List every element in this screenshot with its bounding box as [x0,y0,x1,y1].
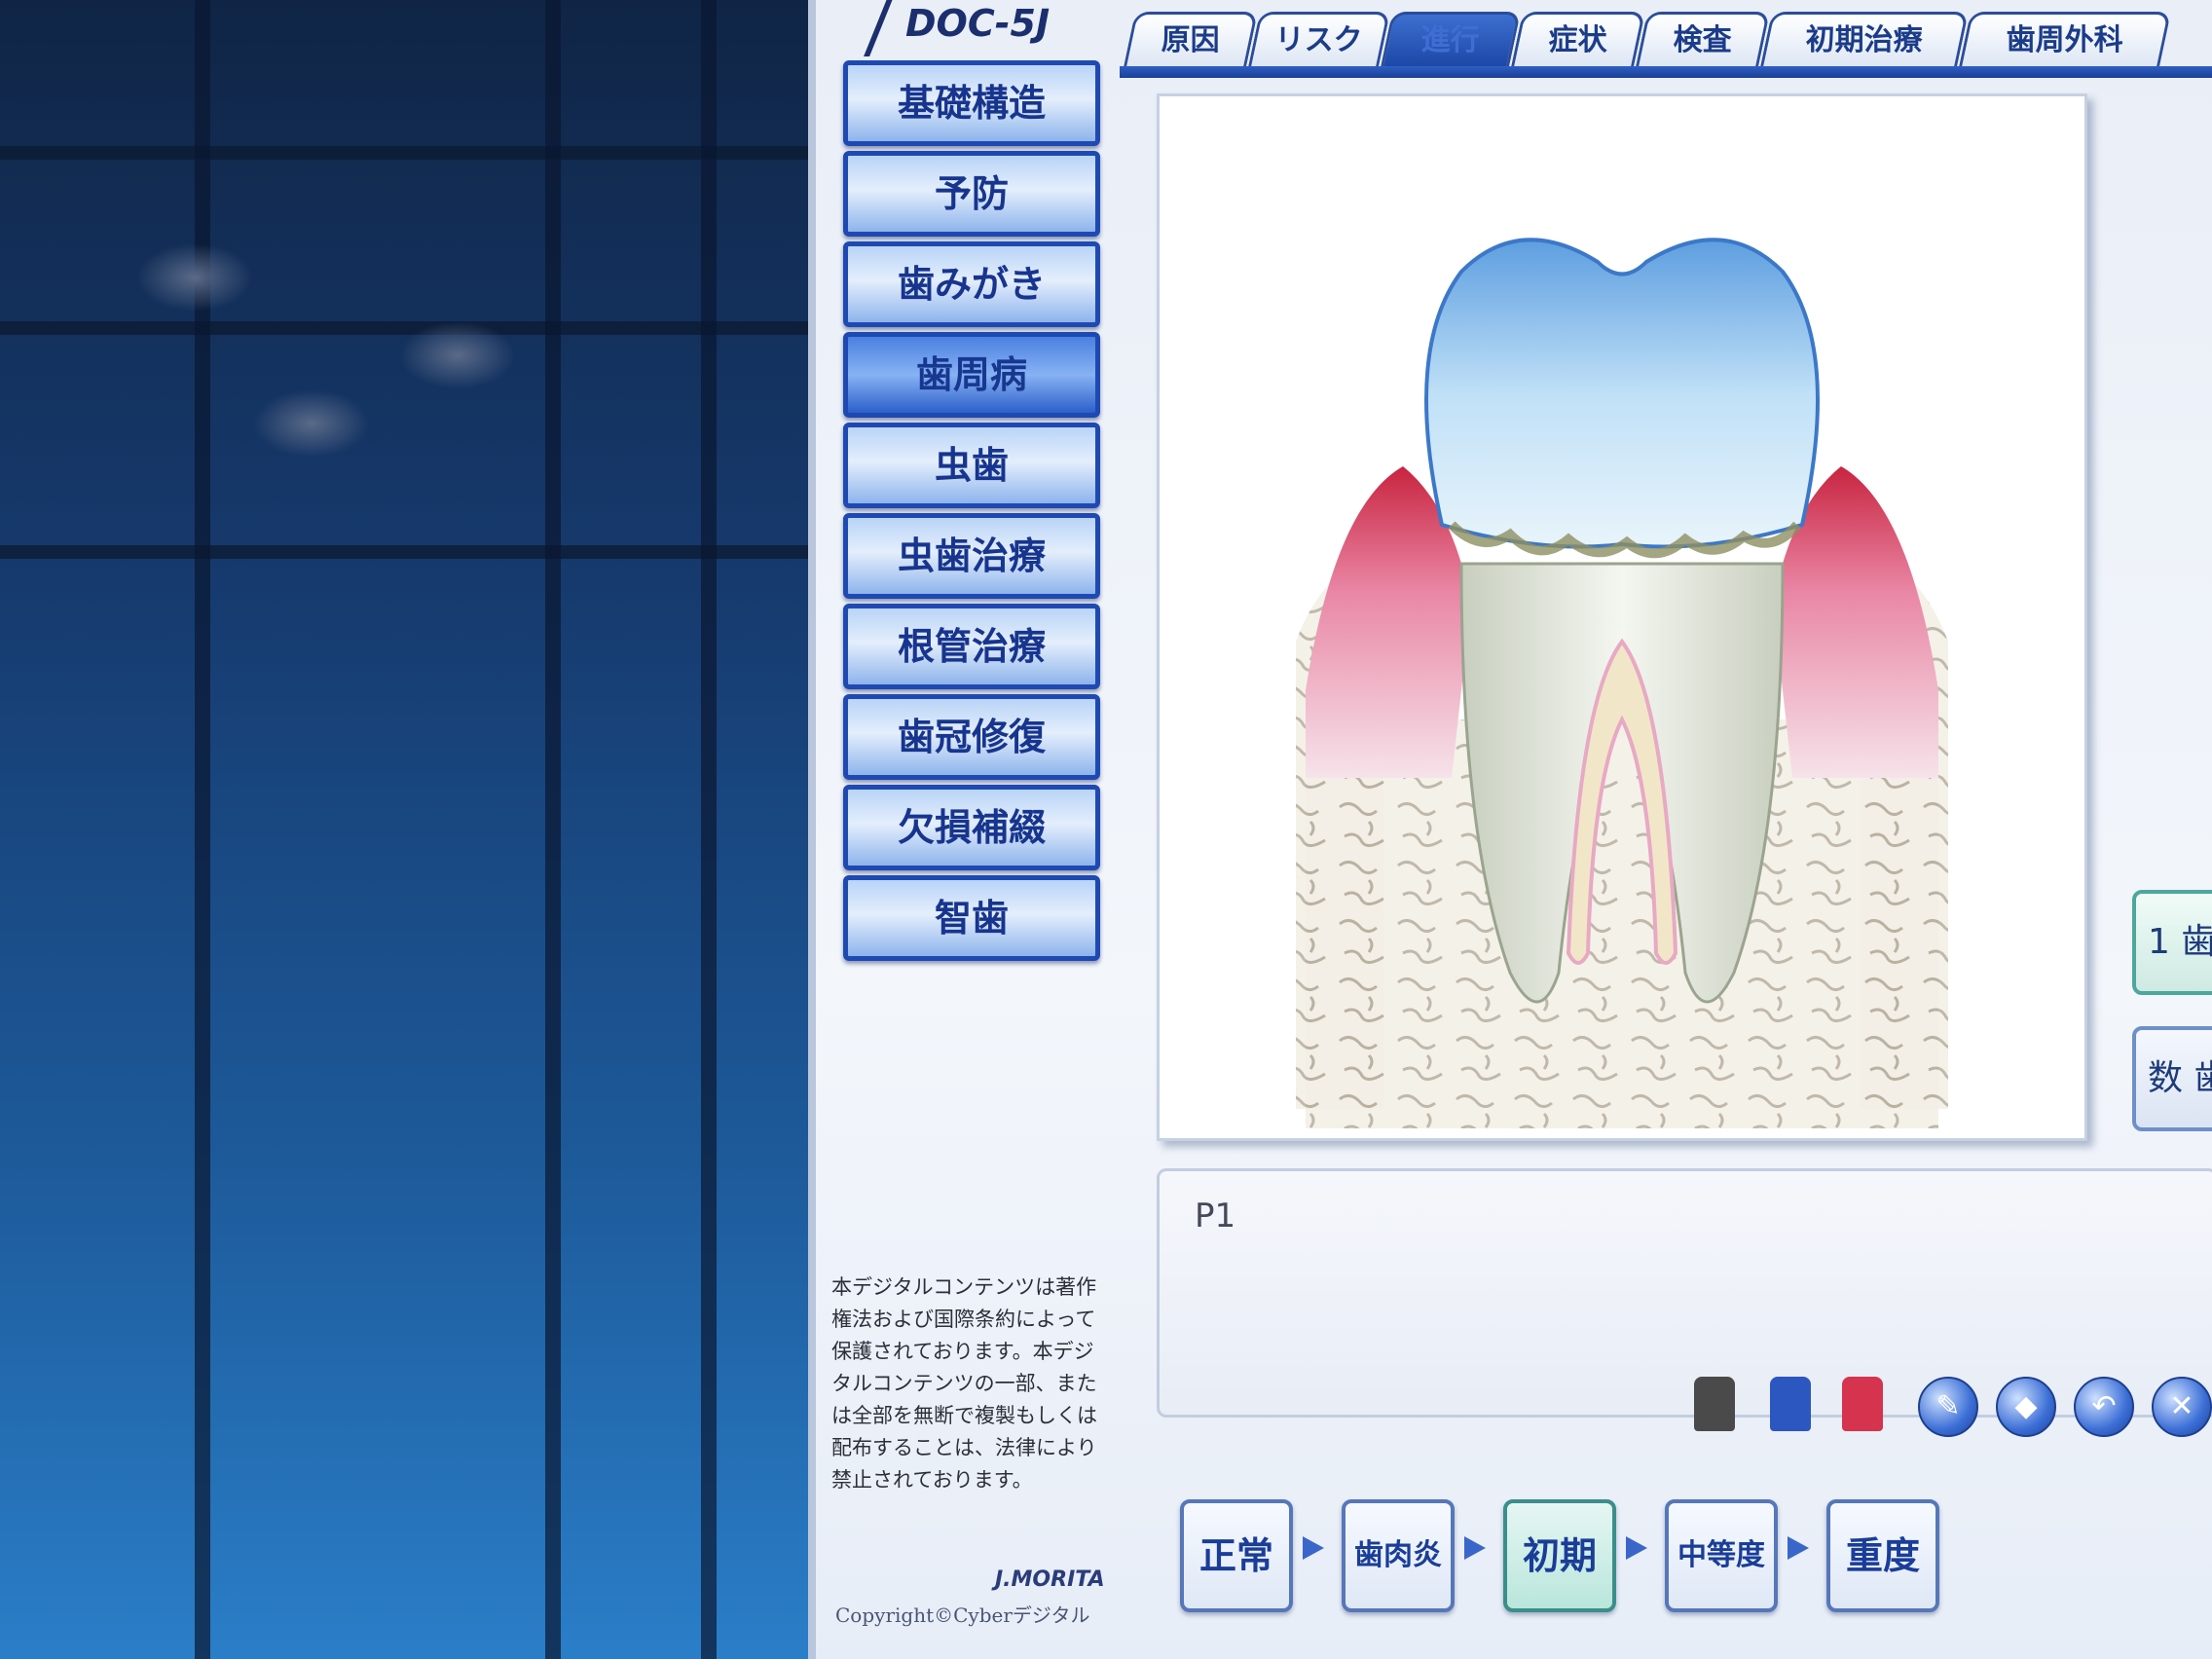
copyright-notice: 本デジタルコンテンツは著作権法および国際条約によって保護されております。本デジタ… [831,1275,1097,1492]
ink-bottle-red-icon[interactable] [1842,1377,1883,1431]
menu-root-canal[interactable]: 根管治療 [843,604,1100,689]
ink-bottle-blue-icon[interactable] [1770,1377,1811,1431]
tab-risk[interactable]: リスク [1247,12,1391,67]
tooth-illustration [1296,238,1948,1128]
menu-brushing[interactable]: 歯みがき [843,241,1100,327]
tab-bar-underline [1120,66,2212,78]
stage-moderate-button[interactable]: 中等度 [1665,1499,1778,1612]
arrow-right-icon [1788,1536,1809,1560]
stage-severe-button[interactable]: 重度 [1826,1499,1939,1612]
menu-prosthesis[interactable]: 欠損補綴 [843,785,1100,870]
stage-gingivitis-button[interactable]: 歯肉炎 [1342,1499,1455,1612]
dental-app-window: DOC-5J 原因 リスク 進行 症状 検査 初期治療 歯周外科 基礎構造 予防… [808,0,2212,1659]
tab-cause[interactable]: 原因 [1123,12,1259,67]
undo-icon[interactable]: ↶ [2074,1377,2134,1437]
stage-selector: 正常 歯肉炎 初期 中等度 重度 [1157,1480,2212,1616]
window-frame [808,0,816,1659]
stage-normal-button[interactable]: 正常 [1180,1499,1293,1612]
arrow-right-icon [1626,1536,1647,1560]
arrow-right-icon [1464,1536,1486,1560]
arrow-right-icon [1303,1536,1324,1560]
app-logo: DOC-5J [828,0,1120,56]
menu-wisdom-tooth[interactable]: 智歯 [843,875,1100,961]
top-tabs: 原因 リスク 進行 症状 検査 初期治療 歯周外科 [1123,12,2212,70]
stage-code-label: P1 [1195,1197,1236,1235]
menu-cavity-treatment[interactable]: 虫歯治療 [843,513,1100,599]
brand-logo-text: J.MORITA [995,1567,1105,1592]
tab-progression[interactable]: 進行 [1380,12,1522,67]
app-logo-text: DOC-5J [905,2,1051,45]
tab-examination[interactable]: 検査 [1635,12,1771,67]
eraser-icon[interactable]: ◆ [1996,1377,2056,1437]
pen-icon[interactable]: ✎ [1918,1377,1978,1437]
menu-prevention[interactable]: 予防 [843,151,1100,237]
ink-bottle-black-icon[interactable] [1694,1377,1735,1431]
menu-cavity[interactable]: 虫歯 [843,423,1100,508]
drawing-toolbar: ✎ ◆ ↶ ✕ [1665,1363,2212,1441]
tab-initial-treatment[interactable]: 初期治療 [1759,12,1970,67]
menu-periodontal-disease[interactable]: 歯周病 [843,332,1100,418]
side-button-single-tooth[interactable]: 1 歯 [2132,890,2212,995]
menu-basic-structure[interactable]: 基礎構造 [843,60,1100,146]
tab-periodontal-surgery[interactable]: 歯周外科 [1958,12,2172,67]
side-button-multiple-teeth[interactable]: 数 歯 [2132,1026,2212,1131]
stage-early-button[interactable]: 初期 [1503,1499,1616,1612]
tooth-illustration-panel [1157,93,2087,1141]
copyright-line: Copyright©Cyberデジタル [835,1604,1090,1627]
tab-symptoms[interactable]: 症状 [1510,12,1646,67]
clear-icon[interactable]: ✕ [2152,1377,2212,1437]
menu-crown-restoration[interactable]: 歯冠修復 [843,694,1100,780]
background-room-reflection [0,0,808,1659]
